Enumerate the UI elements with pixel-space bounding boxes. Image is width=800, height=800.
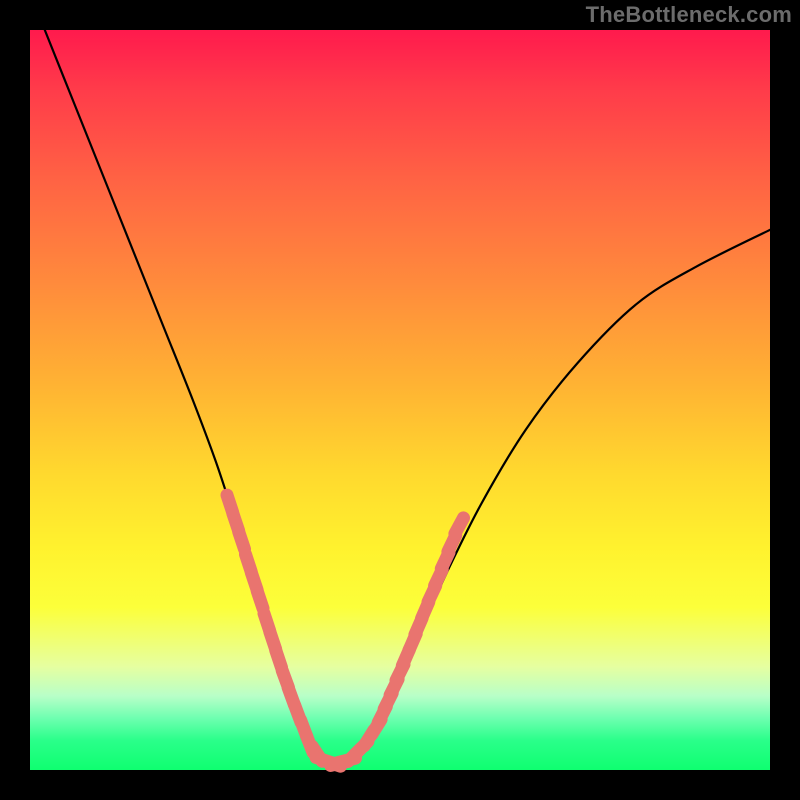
watermark-text: TheBottleneck.com	[586, 2, 792, 28]
bottleneck-curve-svg	[30, 30, 770, 770]
chart-frame: TheBottleneck.com	[0, 0, 800, 800]
plot-area	[30, 30, 770, 770]
curve-marker	[455, 518, 464, 534]
curve-marker	[239, 532, 245, 549]
curve-markers	[227, 495, 464, 766]
curve-marker	[257, 591, 263, 608]
